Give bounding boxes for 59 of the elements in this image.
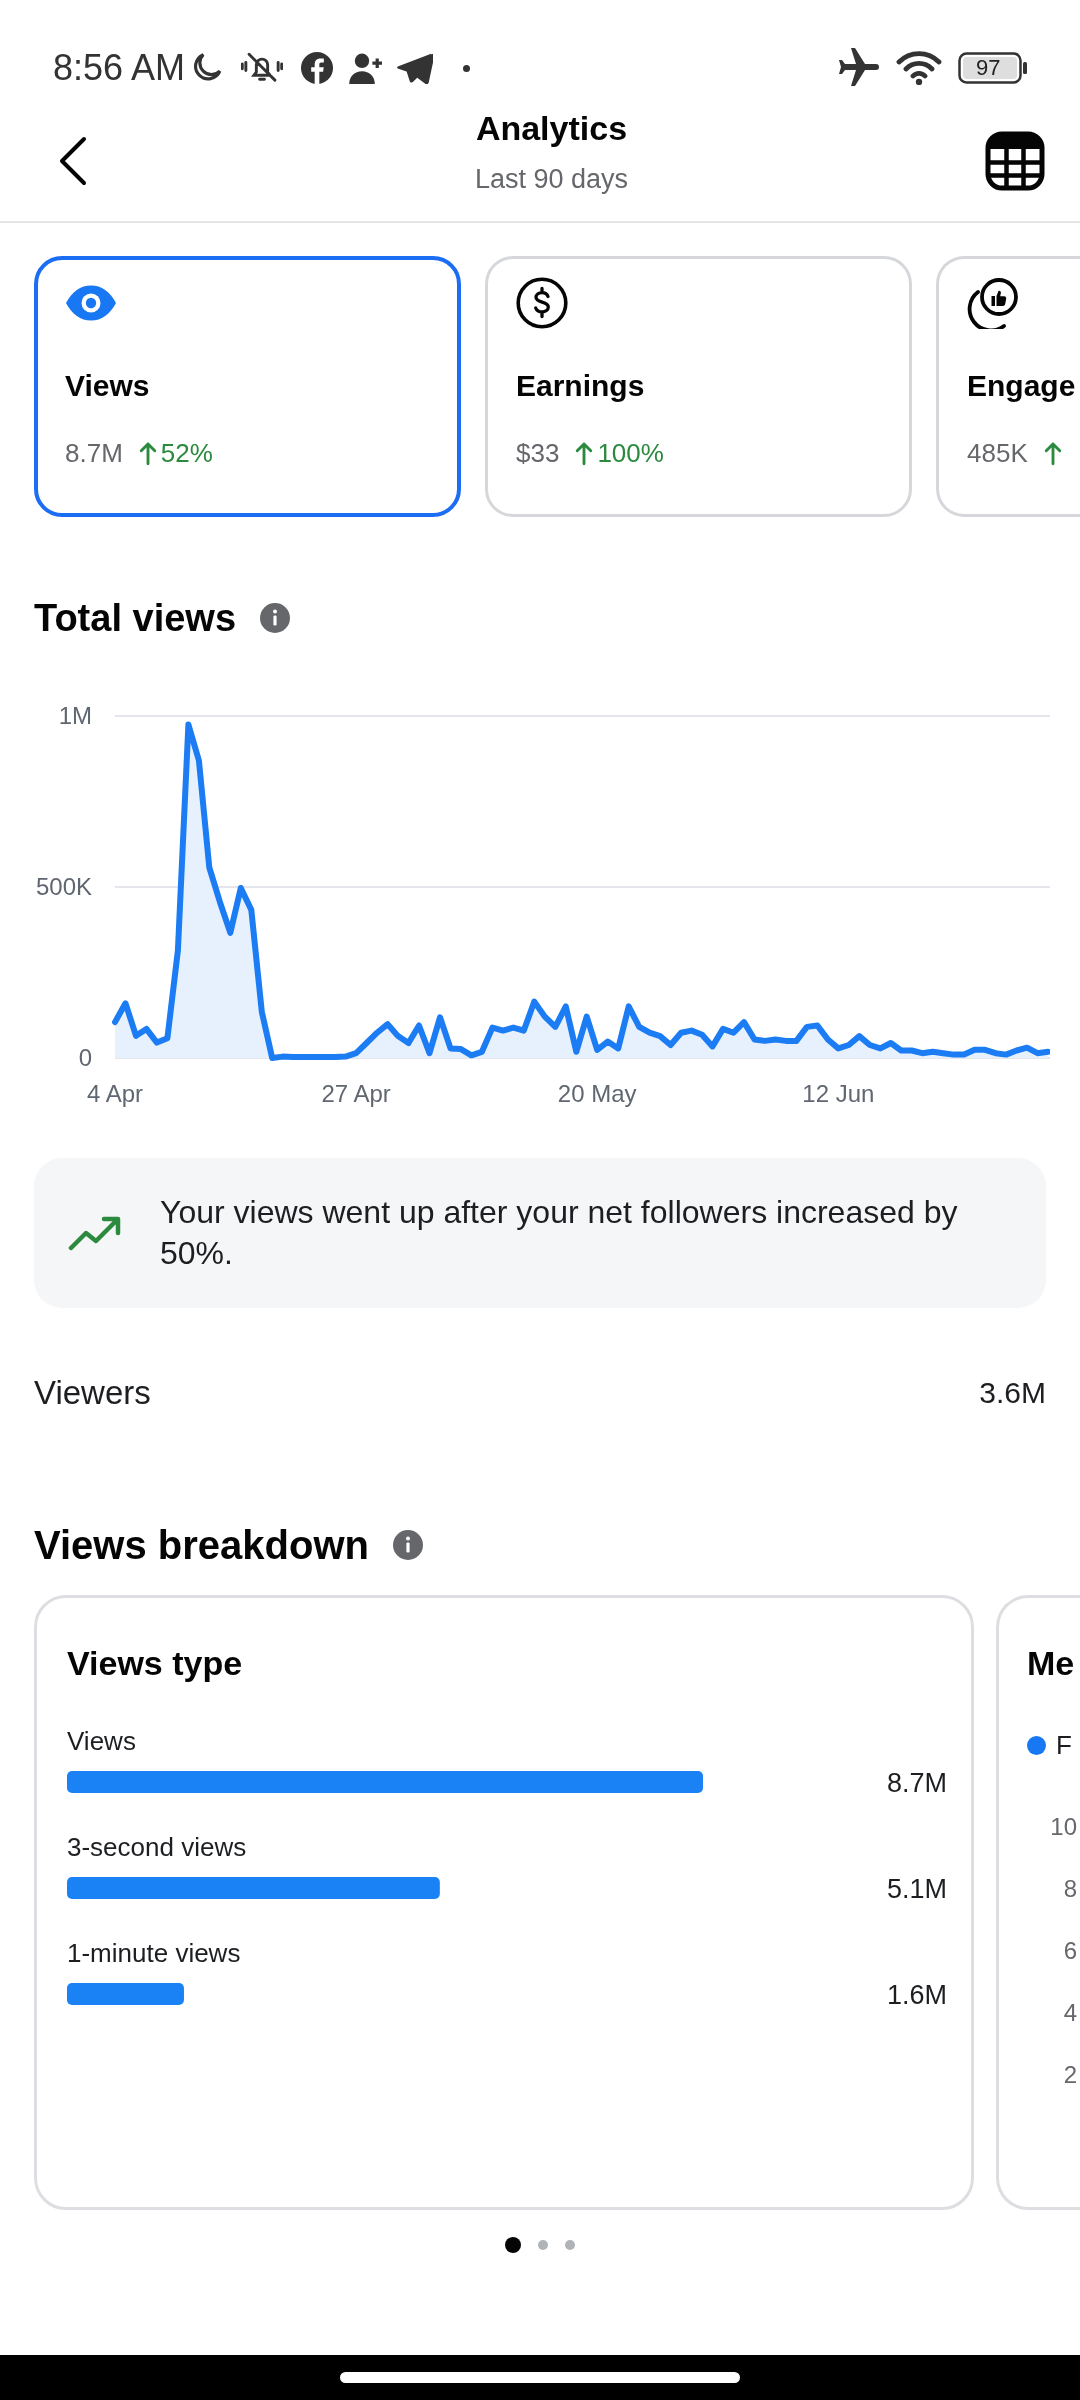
section-title: Total views xyxy=(34,596,237,641)
card-title: Me xyxy=(1027,1643,1076,1683)
status-time: 8:56 AM xyxy=(53,48,186,88)
bar-value: 5.1M xyxy=(886,1874,947,1904)
change-percent: 100% xyxy=(597,437,664,470)
bell-slash-icon xyxy=(241,52,284,84)
y-axis-label: 2 xyxy=(1063,2060,1077,2090)
battery-icon xyxy=(958,52,1028,84)
change-percent: 52% xyxy=(160,437,213,470)
x-axis-label: 27 Apr xyxy=(321,1080,391,1107)
metric-label: Earnings xyxy=(516,368,645,404)
bar-label: 3-second views xyxy=(67,1832,247,1862)
bar-value: 8.7M xyxy=(886,1768,947,1798)
metric-value: 8.7M xyxy=(65,437,123,470)
table-view-button[interactable] xyxy=(985,130,1045,191)
bar-label: 1-minute views xyxy=(67,1938,241,1968)
card-title: Views type xyxy=(67,1643,244,1683)
y-axis-label: 10 xyxy=(1050,1812,1077,1842)
bar-label: Views xyxy=(67,1726,136,1756)
section-title: Views breakdown xyxy=(34,1522,369,1569)
y-axis-label: 6 xyxy=(1063,1936,1077,1966)
y-axis-label: 500K xyxy=(35,873,92,900)
paper-plane-icon xyxy=(397,52,434,84)
bar-value: 1.6M xyxy=(886,1980,947,2008)
table-grid-icon xyxy=(985,130,1045,191)
info-icon[interactable] xyxy=(260,603,291,633)
x-axis-label: 12 Jun xyxy=(802,1080,875,1107)
y-axis-label: 1M xyxy=(58,702,92,729)
info-icon[interactable] xyxy=(392,1530,423,1560)
person-add-icon xyxy=(349,52,384,84)
metric-value: $33 xyxy=(516,437,560,470)
metric-tab[interactable]: Earnings $33 100% xyxy=(485,256,912,517)
battery-percent: 97 xyxy=(976,55,1001,81)
dot-icon xyxy=(463,64,471,72)
page-subtitle: Last 90 days xyxy=(474,163,629,195)
insight-text: Your views went up after your net followers increased by 50%. xyxy=(160,1193,959,1273)
metric-label: Engage xyxy=(967,368,1076,404)
x-axis-label: 4 Apr xyxy=(87,1080,143,1107)
legend-label: F xyxy=(1056,1729,1072,1761)
metric-tab[interactable]: Engage 485K xyxy=(936,256,1080,517)
y-axis-label: 8 xyxy=(1063,1874,1077,1904)
metric-value: 485K xyxy=(967,437,1028,470)
eye-icon xyxy=(65,284,117,322)
x-axis-label: 20 May xyxy=(557,1080,637,1107)
circle-logo-icon xyxy=(301,52,334,84)
airplane-icon xyxy=(838,48,880,88)
y-axis-label: 0 xyxy=(78,1044,92,1071)
wifi-icon xyxy=(896,51,942,85)
viewers-label: Viewers xyxy=(34,1374,151,1412)
back-button[interactable] xyxy=(58,135,88,186)
chevron-left-icon xyxy=(58,135,88,186)
viewers-value: 3.6M xyxy=(979,1376,1046,1410)
thumbs-up-circle-icon xyxy=(967,277,1019,329)
dollar-circle-icon xyxy=(516,277,568,329)
metric-tab[interactable]: Views 8.7M 52% xyxy=(34,256,461,517)
y-axis-label: 4 xyxy=(1063,1998,1077,2028)
metric-label: Views xyxy=(65,368,150,404)
page-title: Analytics xyxy=(474,108,629,148)
moon-icon xyxy=(193,53,224,83)
